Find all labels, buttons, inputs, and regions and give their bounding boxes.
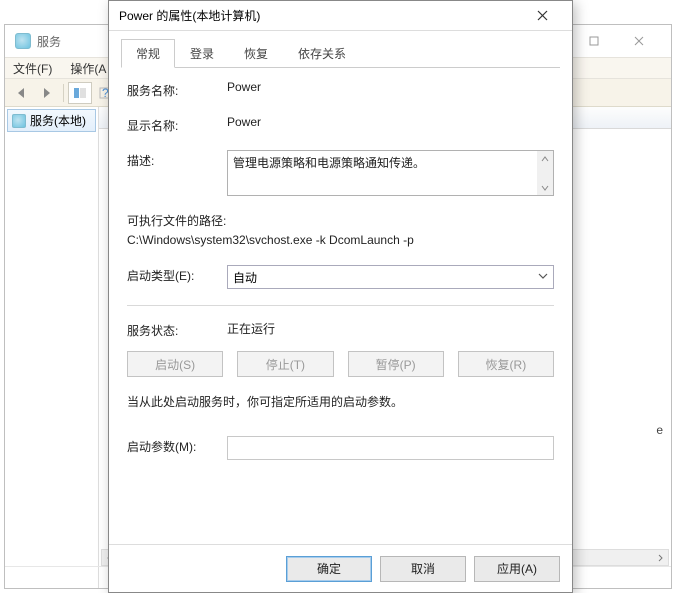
label-display-name: 显示名称:	[127, 115, 227, 134]
row-service-name: 服务名称: Power	[127, 80, 554, 99]
stop-button[interactable]: 停止(T)	[237, 351, 333, 377]
row-startup-type: 启动类型(E): 自动	[127, 265, 554, 289]
properties-dialog: Power 的属性(本地计算机) 常规 登录 恢复 依存关系 服务名称: Pow…	[108, 0, 573, 593]
close-button[interactable]	[616, 27, 661, 55]
separator	[127, 305, 554, 306]
description-textbox[interactable]: 管理电源策略和电源策略通知传递。	[227, 150, 554, 196]
scroll-down-icon[interactable]	[537, 180, 553, 195]
tree-pane[interactable]: 服务(本地)	[5, 107, 99, 588]
tree-item-label: 服务(本地)	[30, 112, 86, 129]
dialog-title: Power 的属性(本地计算机)	[119, 7, 522, 24]
row-display-name: 显示名称: Power	[127, 115, 554, 134]
start-params-input[interactable]	[227, 436, 554, 460]
scroll-right-button[interactable]	[652, 550, 668, 565]
description-text: 管理电源策略和电源策略通知传递。	[233, 156, 425, 170]
resume-button[interactable]: 恢复(R)	[458, 351, 554, 377]
services-app-icon	[15, 33, 31, 49]
tab-general[interactable]: 常规	[121, 39, 175, 68]
tab-logon[interactable]: 登录	[175, 39, 229, 68]
dialog-body: 常规 登录 恢复 依存关系 服务名称: Power 显示名称: Power 描述…	[109, 31, 572, 460]
label-service-name: 服务名称:	[127, 80, 227, 99]
services-icon	[12, 114, 26, 128]
tab-recovery[interactable]: 恢复	[229, 39, 283, 68]
state-buttons: 启动(S) 停止(T) 暂停(P) 恢复(R)	[127, 351, 554, 377]
toolbar-view-button[interactable]	[68, 82, 92, 104]
toolbar-separator	[63, 84, 64, 102]
nav-forward-button[interactable]	[35, 82, 59, 104]
maximize-button[interactable]	[571, 27, 616, 55]
tabstrip: 常规 登录 恢复 依存关系	[121, 39, 560, 68]
list-fragment-text: e	[656, 423, 663, 437]
chevron-down-icon	[538, 270, 548, 284]
nav-back-button[interactable]	[9, 82, 33, 104]
dialog-footer: 确定 取消 应用(A)	[109, 544, 572, 592]
pause-button[interactable]: 暂停(P)	[348, 351, 444, 377]
dialog-close-button[interactable]	[522, 2, 562, 30]
menu-file[interactable]: 文件(F)	[13, 60, 52, 77]
value-service-name: Power	[227, 80, 554, 94]
start-params-hint: 当从此处启动服务时，你可指定所适用的启动参数。	[127, 393, 554, 410]
apply-button[interactable]: 应用(A)	[474, 556, 560, 582]
startup-type-combobox[interactable]: 自动	[227, 265, 554, 289]
tabpanel-general: 服务名称: Power 显示名称: Power 描述: 管理电源策略和电源策略通…	[121, 68, 560, 460]
tree-item-services-local[interactable]: 服务(本地)	[7, 109, 96, 132]
ok-button[interactable]: 确定	[286, 556, 372, 582]
menu-action[interactable]: 操作(A	[70, 60, 106, 77]
label-service-state: 服务状态:	[127, 320, 227, 339]
label-startup-type: 启动类型(E):	[127, 265, 227, 284]
label-description: 描述:	[127, 150, 227, 169]
tab-dependencies[interactable]: 依存关系	[283, 39, 361, 68]
label-start-params: 启动参数(M):	[127, 436, 227, 455]
start-button[interactable]: 启动(S)	[127, 351, 223, 377]
startup-type-value: 自动	[233, 269, 257, 286]
label-exe-path: 可执行文件的路径:	[127, 212, 554, 229]
value-exe-path: C:\Windows\system32\svchost.exe -k DcomL…	[127, 233, 554, 247]
value-display-name: Power	[227, 115, 554, 129]
scroll-up-icon[interactable]	[537, 151, 553, 166]
row-service-state: 服务状态: 正在运行	[127, 320, 554, 339]
description-scrollbar[interactable]	[537, 151, 553, 195]
dialog-titlebar[interactable]: Power 的属性(本地计算机)	[109, 1, 572, 31]
cancel-button[interactable]: 取消	[380, 556, 466, 582]
row-start-params: 启动参数(M):	[127, 436, 554, 460]
row-description: 描述: 管理电源策略和电源策略通知传递。	[127, 150, 554, 196]
value-service-state: 正在运行	[227, 320, 554, 337]
